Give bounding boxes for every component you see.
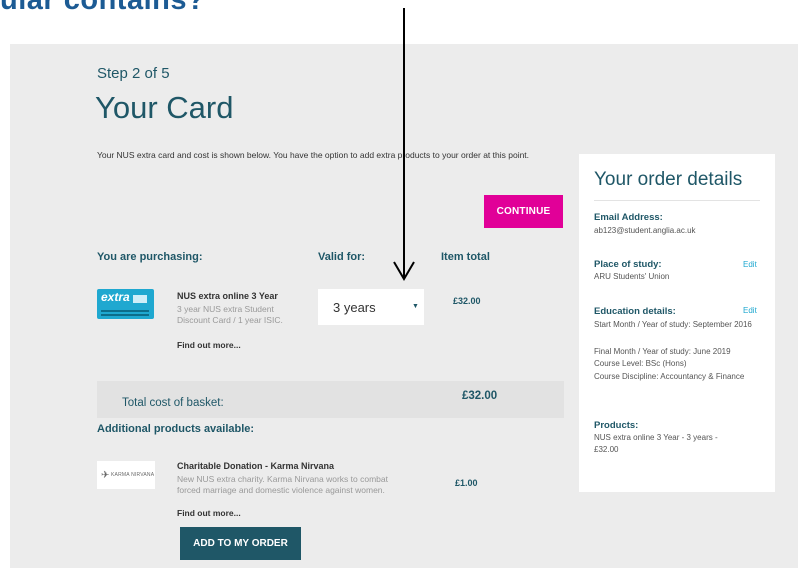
annotation-arrow <box>393 8 415 281</box>
